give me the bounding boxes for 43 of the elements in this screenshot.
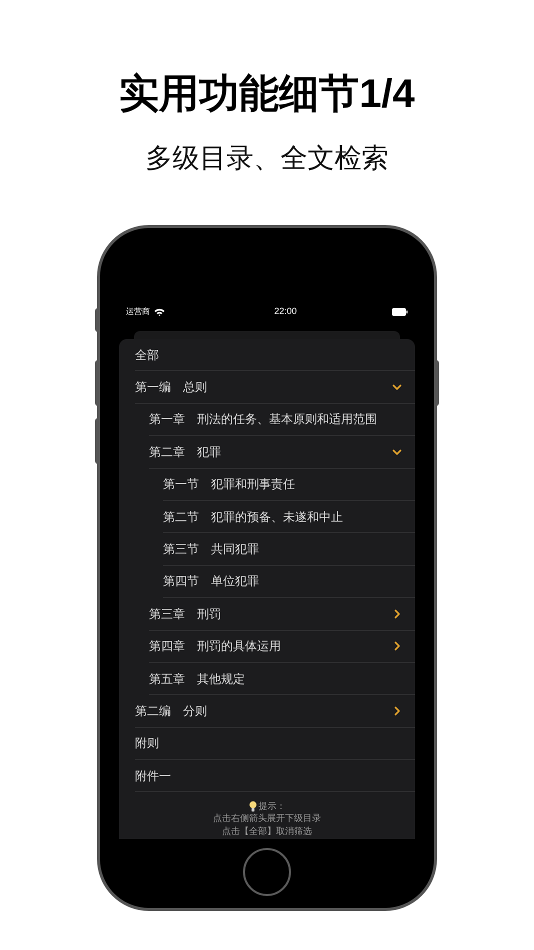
- toc-label: 全部: [135, 346, 159, 364]
- toc-item[interactable]: 第五章 其他规定: [149, 662, 415, 696]
- toc-item[interactable]: 第一章 刑法的任务、基本原则和适用范围: [149, 404, 415, 436]
- toc-item[interactable]: 第四节 单位犯罪: [163, 566, 415, 598]
- toc-label: 第五章 其他规定: [149, 670, 245, 688]
- toc-item[interactable]: 全部: [135, 339, 415, 372]
- clock: 22:00: [274, 305, 297, 318]
- toc-item[interactable]: 第三章 刑罚: [149, 598, 415, 631]
- toc-label: 附则: [135, 735, 159, 752]
- battery-icon: [392, 308, 408, 316]
- toc-label: 第一编 总则: [135, 379, 207, 396]
- home-button[interactable]: [243, 848, 291, 896]
- toc-label: 第四章 刑罚的具体运用: [149, 638, 281, 656]
- toc-item[interactable]: 附件一: [135, 760, 415, 792]
- toc-item[interactable]: 第一节 犯罪和刑事责任: [163, 468, 415, 501]
- toc-item[interactable]: 第四章 刑罚的具体运用: [149, 630, 415, 663]
- toc-label: 第三章 刑罚: [149, 606, 221, 623]
- hint-text: 点击【全部】取消筛选: [222, 824, 312, 838]
- side-button[interactable]: [95, 360, 98, 406]
- subtitle: 多级目录、全文检索: [146, 142, 388, 175]
- wifi-icon: [154, 308, 165, 316]
- toc-item[interactable]: 第二章 犯罪: [149, 436, 415, 469]
- hint-title: 提示：: [258, 800, 286, 812]
- toc-item[interactable]: 第二编 分则: [135, 695, 415, 728]
- hint-text: 点击右侧箭头展开下级目录: [213, 812, 321, 825]
- toc-item[interactable]: 附则: [135, 728, 415, 760]
- toc-label: 附件一: [135, 768, 171, 785]
- toc-label: 第二编 分则: [135, 702, 207, 720]
- carrier-label: 运营商: [126, 306, 150, 318]
- toc-item[interactable]: 第二节 犯罪的预备、未遂和中止: [163, 500, 415, 534]
- toc-label: 第二节 犯罪的预备、未遂和中止: [163, 508, 343, 526]
- headline: 实用功能细节1/4: [119, 71, 415, 118]
- toc-item[interactable]: 第三节 共同犯罪: [163, 533, 415, 566]
- side-button[interactable]: [95, 418, 98, 464]
- toc-label: 第三节 共同犯罪: [163, 541, 259, 558]
- toc-item[interactable]: 第一编 总则: [135, 371, 415, 404]
- side-button[interactable]: [436, 360, 439, 406]
- light-bulb-icon: [248, 800, 256, 812]
- side-button[interactable]: [95, 308, 98, 332]
- toc-label: 第一章 刑法的任务、基本原则和适用范围: [149, 411, 377, 428]
- toc-label: 第一节 犯罪和刑事责任: [163, 476, 295, 494]
- toc-label: 第二章 犯罪: [149, 444, 221, 461]
- toc-label: 第四节 单位犯罪: [163, 573, 259, 590]
